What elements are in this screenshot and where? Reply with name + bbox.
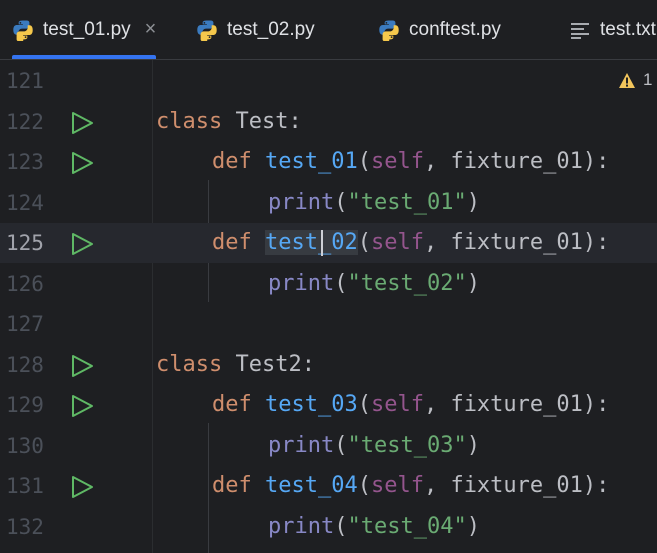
line-number: 128 <box>6 353 44 377</box>
tab-label: conftest.py <box>409 18 501 40</box>
code-line[interactable]: 124 print("test_01") <box>0 183 657 223</box>
tab-test-02[interactable]: test_02.py <box>196 0 315 59</box>
text-caret <box>321 230 323 256</box>
run-test-icon[interactable] <box>70 354 96 378</box>
python-icon <box>379 20 399 41</box>
run-test-icon[interactable] <box>70 111 96 135</box>
line-number: 127 <box>6 312 44 336</box>
run-test-icon[interactable] <box>70 475 96 499</box>
code-line[interactable]: 129 def test_03(self, fixture_01): <box>0 385 657 425</box>
code-line[interactable]: 127 <box>0 304 657 344</box>
close-tab-icon[interactable]: × <box>145 18 157 41</box>
tab-conftest[interactable]: conftest.py <box>378 0 501 59</box>
line-number: 131 <box>6 474 44 498</box>
tab-label: test.txt <box>600 18 656 40</box>
line-number: 126 <box>6 272 44 296</box>
text-file-icon <box>571 22 589 39</box>
line-number: 130 <box>6 434 44 458</box>
code-line[interactable]: 131 def test_04(self, fixture_01): <box>0 466 657 506</box>
python-icon <box>197 20 217 41</box>
python-icon <box>13 20 33 41</box>
editor-tab-bar: test_01.py × test_02.py conftest.py test… <box>0 0 657 60</box>
code-text: def test_03(self, fixture_01): <box>212 392 610 417</box>
line-number: 121 <box>6 69 44 93</box>
code-text: print("test_01") <box>268 190 480 215</box>
code-line[interactable]: 123 def test_01(self, fixture_01): <box>0 142 657 182</box>
code-line-current[interactable]: 125 def test_02(self, fixture_01): <box>0 223 657 263</box>
code-line[interactable]: 132 print("test_04") <box>0 507 657 547</box>
tab-test-01[interactable]: test_01.py × <box>12 0 157 59</box>
code-text: print("test_02") <box>268 271 480 296</box>
highlighted-identifier: test_02 <box>265 230 358 255</box>
code-text: print("test_03") <box>268 433 480 458</box>
line-number: 123 <box>6 150 44 174</box>
code-text: def test_02(self, fixture_01): <box>212 230 610 255</box>
code-line[interactable]: 122 class Test: <box>0 102 657 142</box>
code-line[interactable]: 126 print("test_02") <box>0 264 657 304</box>
code-text: def test_04(self, fixture_01): <box>212 473 610 498</box>
code-text: def test_01(self, fixture_01): <box>212 149 610 174</box>
code-text: class Test2: <box>156 352 315 377</box>
line-number: 129 <box>6 393 44 417</box>
line-number: 122 <box>6 110 44 134</box>
line-number: 132 <box>6 515 44 539</box>
code-line[interactable]: 130 print("test_03") <box>0 426 657 466</box>
line-number: 124 <box>6 191 44 215</box>
run-test-icon[interactable] <box>70 151 96 175</box>
run-test-icon[interactable] <box>70 394 96 418</box>
code-text: class Test: <box>156 109 302 134</box>
tab-test-txt[interactable]: test.txt <box>570 0 656 59</box>
code-line[interactable]: 121 <box>0 61 657 101</box>
code-editor[interactable]: 1 121 122 class Test: 123 def test_01(se… <box>0 60 657 553</box>
run-test-icon[interactable] <box>70 232 96 256</box>
tab-label: test_02.py <box>227 18 315 40</box>
line-number: 125 <box>6 231 44 255</box>
code-line[interactable]: 128 class Test2: <box>0 345 657 385</box>
code-text: print("test_04") <box>268 514 480 539</box>
tab-label: test_01.py <box>43 18 131 40</box>
